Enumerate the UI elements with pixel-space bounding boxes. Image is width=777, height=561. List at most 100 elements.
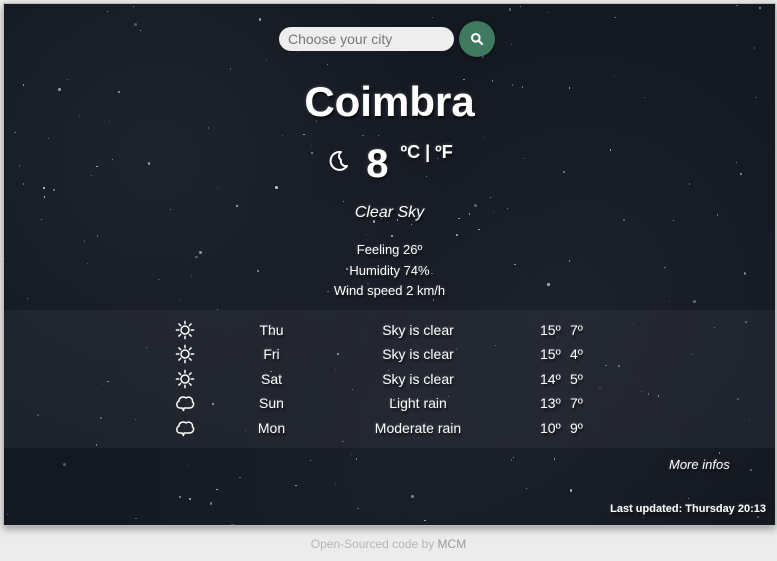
star [362, 134, 364, 137]
star [335, 483, 337, 485]
forecast-day: Mon [257, 419, 286, 436]
star [139, 30, 142, 32]
star [47, 137, 50, 140]
star [229, 68, 232, 70]
forecast-day: Sun [259, 395, 284, 412]
search-bar [279, 21, 495, 57]
current-temperature: 8 [366, 142, 389, 186]
star [614, 16, 616, 19]
star [483, 136, 486, 138]
forecast-description: Sky is clear [382, 346, 454, 363]
weather-details: Feeling 26º Humidity 74% Wind speed 2 km… [4, 240, 775, 302]
search-icon [471, 33, 484, 46]
sun-icon [174, 320, 196, 340]
star [642, 516, 645, 519]
star [14, 131, 16, 134]
wind-speed: Wind speed 2 km/h [333, 283, 446, 298]
star [107, 10, 109, 12]
celsius-toggle[interactable]: ºC [401, 142, 421, 162]
star [97, 235, 99, 237]
star [391, 235, 393, 237]
star [258, 18, 262, 21]
star [718, 452, 720, 454]
city-name: Coimbra [304, 78, 475, 125]
forecast-min-temp: 4º [570, 346, 583, 363]
footer-author-link[interactable]: MCM [438, 537, 467, 551]
forecast-min-temp: 7º [570, 322, 583, 338]
forecast-day: Thu [259, 322, 284, 338]
star [281, 134, 284, 136]
star [303, 134, 305, 136]
star [569, 489, 573, 492]
forecast-description: Sky is clear [382, 322, 454, 338]
rain-cloud-icon [174, 393, 196, 413]
star [510, 459, 513, 461]
humidity: Humidity 74% [349, 262, 430, 278]
star [519, 5, 522, 7]
sun-icon [174, 369, 196, 389]
city-search-input[interactable] [279, 27, 454, 51]
weather-description: Clear Sky [354, 204, 425, 221]
star [424, 519, 426, 522]
star [295, 484, 297, 486]
forecast-max-temp: 13º [540, 395, 561, 412]
star [179, 496, 181, 498]
star [327, 63, 329, 66]
star [135, 517, 137, 519]
star [43, 196, 46, 198]
forecast-day: Sat [260, 370, 282, 387]
star [239, 476, 241, 479]
star [513, 457, 515, 459]
star [342, 200, 345, 202]
star [757, 516, 759, 518]
star [411, 495, 414, 498]
star [478, 228, 480, 231]
star [687, 497, 690, 500]
forecast-max-temp: 14º [540, 370, 561, 387]
more-infos-link[interactable]: More infos [669, 457, 730, 472]
forecast-min-temp: 9º [570, 419, 583, 436]
unit-toggle: ºC | ºF [401, 142, 453, 163]
forecast-day: Fri [263, 346, 280, 363]
star [431, 16, 433, 18]
star [613, 75, 615, 77]
star [411, 223, 413, 225]
star [377, 134, 380, 136]
rain-cloud-icon [174, 418, 196, 438]
star [736, 4, 738, 7]
star [350, 454, 353, 456]
star [753, 47, 756, 49]
forecast-description: Moderate rain [374, 419, 462, 436]
star [53, 189, 55, 191]
search-button[interactable] [459, 21, 495, 57]
star [266, 58, 268, 60]
star [490, 197, 492, 199]
star [525, 488, 528, 490]
forecast-max-temp: 10º [540, 419, 561, 436]
current-temperature-row: 8 ºC | ºF [4, 140, 775, 188]
forecast-row: Thu Sky is clear 15º 7º [4, 319, 775, 343]
fahrenheit-toggle[interactable]: ºF [435, 142, 453, 162]
star [6, 513, 9, 516]
forecast-table: Thu Sky is clear 15º 7º Fri Sky is clear 15º 4º… [4, 310, 775, 448]
weather-card: Coimbra 8 ºC | ºF Clear Sky Feeling 26º … [3, 3, 776, 526]
footer-text: Open-Sourced code by [310, 537, 438, 551]
forecast-max-temp: 15º [540, 322, 561, 338]
star [357, 507, 359, 510]
star [134, 23, 137, 26]
moon-icon [329, 150, 349, 171]
star [231, 524, 234, 525]
star [553, 458, 556, 460]
unit-separator: | [425, 142, 431, 162]
forecast-min-temp: 5º [570, 370, 583, 387]
star [758, 6, 762, 10]
star [132, 5, 135, 7]
forecast-max-temp: 15º [540, 346, 561, 363]
star [355, 458, 358, 460]
star [209, 502, 213, 505]
star [189, 498, 191, 500]
forecast-row: Sun Light rain 13º 7º [4, 392, 775, 416]
star [508, 8, 512, 11]
star [750, 469, 752, 471]
star [547, 11, 549, 13]
